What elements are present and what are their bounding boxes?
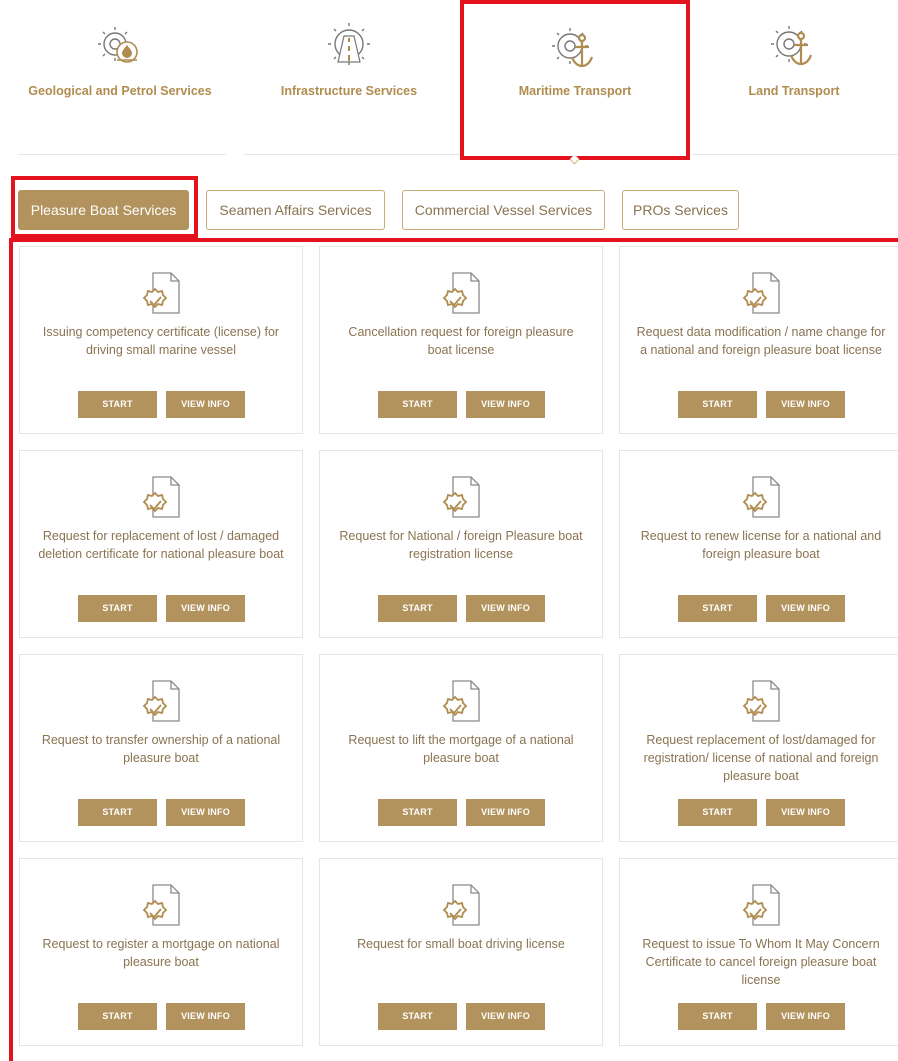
service-title: Cancellation request for foreign pleasur… bbox=[348, 325, 574, 357]
view-info-button[interactable]: VIEW INFO bbox=[766, 391, 845, 418]
category-label: Land Transport bbox=[748, 84, 840, 98]
view-info-button[interactable]: VIEW INFO bbox=[466, 1003, 545, 1030]
document-check-icon bbox=[742, 272, 780, 314]
view-info-button[interactable]: VIEW INFO bbox=[166, 799, 245, 826]
tab-commercial-vessel[interactable]: Commercial Vessel Services bbox=[402, 190, 605, 230]
gear-oil-icon bbox=[98, 27, 138, 63]
view-info-button[interactable]: VIEW INFO bbox=[166, 595, 245, 622]
start-button[interactable]: START bbox=[378, 799, 457, 826]
gear-anchor-icon bbox=[552, 28, 594, 68]
start-button[interactable]: START bbox=[678, 799, 757, 826]
view-info-button[interactable]: VIEW INFO bbox=[466, 799, 545, 826]
document-check-icon bbox=[442, 884, 480, 926]
document-check-icon bbox=[142, 476, 180, 518]
service-card: Request to transfer ownership of a natio… bbox=[19, 654, 303, 842]
view-info-button[interactable]: VIEW INFO bbox=[466, 391, 545, 418]
start-button[interactable]: START bbox=[678, 595, 757, 622]
start-button[interactable]: START bbox=[78, 595, 157, 622]
service-title: Request to register a mortgage on nation… bbox=[42, 937, 280, 969]
start-button[interactable]: START bbox=[678, 391, 757, 418]
view-info-button[interactable]: VIEW INFO bbox=[166, 391, 245, 418]
service-title: Request to renew license for a national … bbox=[640, 529, 882, 561]
document-check-icon bbox=[742, 476, 780, 518]
service-card: Request for replacement of lost / damage… bbox=[19, 450, 303, 638]
document-check-icon bbox=[442, 680, 480, 722]
gear-road-icon bbox=[328, 23, 370, 65]
service-title: Request to lift the mortgage of a nation… bbox=[348, 733, 574, 765]
service-card: Cancellation request for foreign pleasur… bbox=[319, 246, 603, 434]
view-info-button[interactable]: VIEW INFO bbox=[766, 1003, 845, 1030]
start-button[interactable]: START bbox=[378, 595, 457, 622]
service-card: Request to register a mortgage on nation… bbox=[19, 858, 303, 1046]
service-card: Request replacement of lost/damaged for … bbox=[619, 654, 898, 842]
start-button[interactable]: START bbox=[378, 391, 457, 418]
category-label: Geological and Petrol Services bbox=[28, 84, 212, 98]
tab-pros[interactable]: PROs Services bbox=[622, 190, 739, 230]
service-title: Request to transfer ownership of a natio… bbox=[41, 733, 281, 765]
document-check-icon bbox=[142, 680, 180, 722]
service-title: Issuing competency certificate (license)… bbox=[42, 325, 280, 357]
view-info-button[interactable]: VIEW INFO bbox=[466, 595, 545, 622]
service-title: Request data modification / name change … bbox=[636, 325, 886, 357]
document-check-icon bbox=[742, 680, 780, 722]
start-button[interactable]: START bbox=[678, 1003, 757, 1030]
service-card: Request to issue To Whom It May Concern … bbox=[619, 858, 898, 1046]
start-button[interactable]: START bbox=[378, 1003, 457, 1030]
start-button[interactable]: START bbox=[78, 799, 157, 826]
service-title: Request for National / foreign Pleasure … bbox=[339, 529, 583, 561]
category-label: Maritime Transport bbox=[518, 84, 632, 98]
service-title: Request for small boat driving license bbox=[357, 937, 565, 951]
document-check-icon bbox=[142, 884, 180, 926]
content-highlight bbox=[9, 238, 898, 242]
view-info-button[interactable]: VIEW INFO bbox=[766, 595, 845, 622]
document-check-icon bbox=[742, 884, 780, 926]
service-card: Request to renew license for a national … bbox=[619, 450, 898, 638]
service-title: Request for replacement of lost / damage… bbox=[38, 529, 284, 561]
service-card: Request for small boat driving license ST… bbox=[319, 858, 603, 1046]
service-card: Issuing competency certificate (license)… bbox=[19, 246, 303, 434]
category-infrastructure[interactable]: Infrastructure Services bbox=[240, 0, 458, 160]
service-card: Request for National / foreign Pleasure … bbox=[319, 450, 603, 638]
service-card: Request to lift the mortgage of a nation… bbox=[319, 654, 603, 842]
category-strip: Geological and Petrol Services Infrastru… bbox=[0, 0, 898, 165]
document-check-icon bbox=[442, 272, 480, 314]
service-title: Request to issue To Whom It May Concern … bbox=[642, 937, 880, 987]
category-land[interactable]: Land Transport bbox=[690, 0, 898, 160]
document-check-icon bbox=[142, 272, 180, 314]
category-maritime[interactable]: Maritime Transport bbox=[460, 0, 690, 160]
tab-pleasure-boat[interactable]: Pleasure Boat Services bbox=[18, 190, 189, 230]
content-highlight bbox=[9, 238, 13, 1061]
start-button[interactable]: START bbox=[78, 391, 157, 418]
service-title: Request replacement of lost/damaged for … bbox=[643, 733, 879, 783]
view-info-button[interactable]: VIEW INFO bbox=[166, 1003, 245, 1030]
category-geological[interactable]: Geological and Petrol Services bbox=[0, 0, 240, 160]
view-info-button[interactable]: VIEW INFO bbox=[766, 799, 845, 826]
gear-anchor-icon bbox=[771, 26, 813, 66]
start-button[interactable]: START bbox=[78, 1003, 157, 1030]
tab-seamen-affairs[interactable]: Seamen Affairs Services bbox=[206, 190, 385, 230]
document-check-icon bbox=[442, 476, 480, 518]
category-label: Infrastructure Services bbox=[280, 84, 418, 98]
service-card: Request data modification / name change … bbox=[619, 246, 898, 434]
